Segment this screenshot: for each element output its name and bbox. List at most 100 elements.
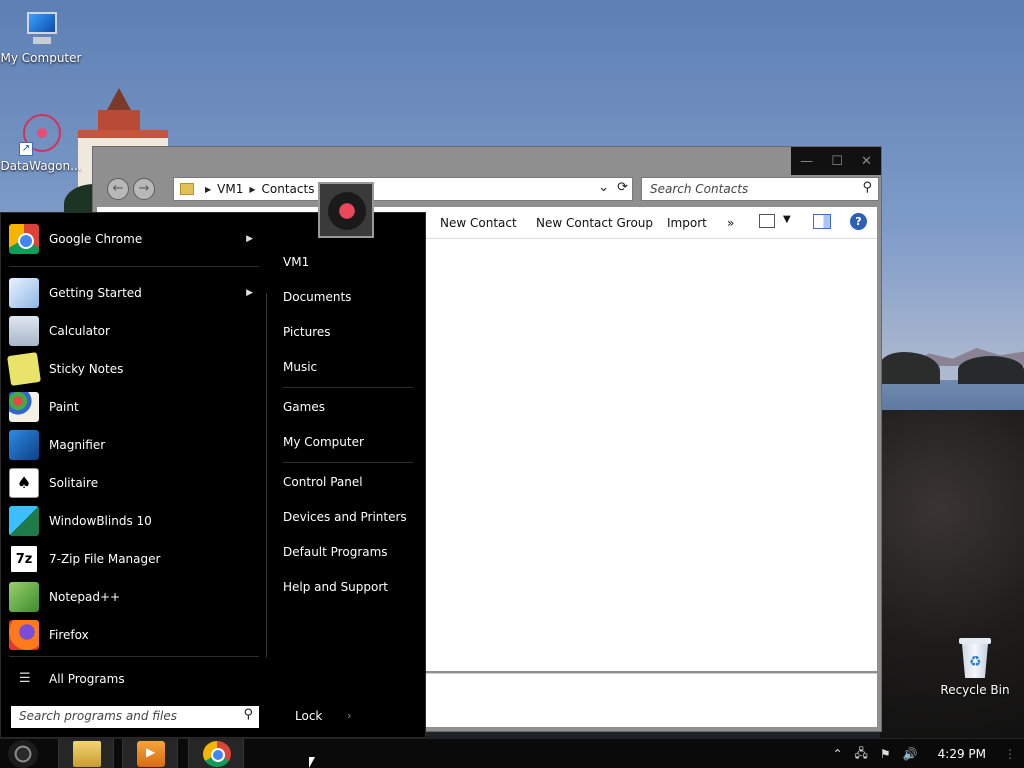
chevron-right-icon[interactable]: ›	[347, 709, 351, 722]
sticky-notes-icon	[7, 352, 41, 386]
maximize-icon[interactable]: ☐	[831, 154, 843, 169]
address-actions: ⌄ ⟳	[598, 180, 628, 195]
show-desktop-grip-icon[interactable]: ⋮	[1004, 747, 1016, 761]
program-paint[interactable]: Paint	[9, 390, 259, 424]
place-default-programs[interactable]: Default Programs	[283, 545, 388, 559]
program-windowblinds[interactable]: WindowBlinds 10	[9, 504, 259, 538]
program-firefox[interactable]: Firefox	[9, 618, 259, 652]
breadcrumb-chevron-icon: ▶	[249, 184, 256, 194]
media-player-icon	[137, 741, 165, 767]
place-help-and-support[interactable]: Help and Support	[283, 580, 388, 594]
program-label: Sticky Notes	[49, 362, 124, 376]
new-contact-button[interactable]: New Contact	[440, 216, 517, 230]
minimize-icon[interactable]: —	[800, 154, 813, 169]
user-picture[interactable]	[318, 182, 374, 238]
program-label: Firefox	[49, 628, 89, 642]
chevron-down-icon[interactable]: ▼	[783, 214, 791, 225]
all-programs-button[interactable]: ☰ All Programs	[19, 671, 125, 686]
datawagon-shortcut-icon: ↗	[19, 112, 63, 156]
program-7zip[interactable]: 7z 7-Zip File Manager	[9, 542, 259, 576]
desktop-icon-recycle-bin[interactable]: ♻ Recycle Bin	[934, 636, 1016, 697]
breadcrumb-vm1[interactable]: VM1	[217, 182, 243, 196]
divider	[283, 462, 413, 463]
place-my-computer[interactable]: My Computer	[283, 435, 364, 449]
submenu-arrow-icon: ▶	[246, 234, 253, 244]
taskbar-media-player[interactable]	[122, 739, 178, 768]
back-button[interactable]: ←	[107, 178, 129, 200]
help-icon[interactable]: ?	[850, 213, 867, 230]
program-solitaire[interactable]: ♠ Solitaire	[9, 466, 259, 500]
computer-icon	[21, 8, 61, 48]
forward-button[interactable]: →	[133, 178, 155, 200]
action-center-flag-icon[interactable]: ⚑	[880, 747, 891, 761]
desktop-icon-label: DataWagon...	[0, 159, 82, 173]
program-label: Paint	[49, 400, 79, 414]
7zip-icon: 7z	[9, 544, 39, 574]
taskbar-file-explorer[interactable]	[58, 739, 114, 768]
breadcrumb-chevron-icon: ▶	[205, 184, 212, 194]
program-calculator[interactable]: Calculator	[9, 314, 259, 348]
recycle-bin-icon: ♻	[957, 636, 993, 680]
place-devices-and-printers[interactable]: Devices and Printers	[283, 510, 407, 524]
taskbar-chrome[interactable]	[188, 739, 244, 768]
program-sticky-notes[interactable]: Sticky Notes	[7, 352, 259, 386]
mouse-cursor-icon	[309, 757, 315, 768]
chevron-down-icon[interactable]: ⌄	[598, 180, 609, 195]
desktop-icon-label: My Computer	[0, 51, 82, 65]
all-programs-label: All Programs	[49, 671, 125, 686]
program-label: Notepad++	[49, 590, 121, 604]
program-label: Magnifier	[49, 438, 106, 452]
forward-arrow-icon: →	[138, 181, 150, 196]
show-hidden-icons-icon[interactable]: ⌃	[832, 747, 842, 761]
lock-button[interactable]: Lock	[295, 709, 322, 723]
place-vm1[interactable]: VM1	[283, 255, 309, 269]
breadcrumb-contacts[interactable]: Contacts	[262, 182, 315, 196]
start-search-input[interactable]: Search programs and files ⚲	[11, 706, 259, 728]
view-options-icon[interactable]	[759, 214, 775, 228]
search-contacts-input[interactable]: Search Contacts ⚲	[641, 177, 879, 201]
divider	[266, 293, 267, 657]
search-placeholder: Search Contacts	[650, 182, 749, 196]
program-magnifier[interactable]: Magnifier	[9, 428, 259, 462]
address-row: ← → ▶ VM1 ▶ Contacts ⌄ ⟳ Search Contacts…	[101, 177, 879, 203]
file-explorer-icon	[73, 741, 101, 767]
getting-started-icon	[9, 278, 39, 308]
place-documents[interactable]: Documents	[283, 290, 351, 304]
place-control-panel[interactable]: Control Panel	[283, 475, 363, 489]
more-commands-button[interactable]: »	[727, 216, 734, 230]
back-arrow-icon: ←	[112, 181, 124, 196]
search-icon[interactable]: ⚲	[243, 707, 253, 722]
place-pictures[interactable]: Pictures	[283, 325, 331, 339]
desktop-icon-my-computer[interactable]: My Computer	[0, 8, 82, 65]
import-button[interactable]: Import	[667, 216, 707, 230]
taskbar: ⌃ 🖧 ⚑ 🔊 4:29 PM ⋮	[0, 738, 1024, 768]
network-icon[interactable]: 🖧	[855, 744, 868, 765]
place-games[interactable]: Games	[283, 400, 325, 414]
desktop-icon-datawagon[interactable]: ↗ DataWagon...	[0, 112, 82, 173]
notepadpp-icon	[9, 582, 39, 612]
address-bar[interactable]: ▶ VM1 ▶ Contacts ⌄ ⟳	[173, 177, 633, 201]
divider	[9, 266, 259, 267]
refresh-icon[interactable]: ⟳	[617, 180, 628, 195]
program-getting-started[interactable]: Getting Started ▶	[9, 276, 259, 310]
start-button[interactable]	[8, 740, 38, 768]
clock[interactable]: 4:29 PM	[938, 747, 986, 761]
close-icon[interactable]: ✕	[861, 154, 872, 169]
divider	[9, 656, 259, 657]
program-label: Solitaire	[49, 476, 99, 490]
system-tray: ⌃ 🖧 ⚑ 🔊 4:29 PM ⋮	[832, 739, 1024, 768]
program-label: 7-Zip File Manager	[49, 552, 161, 566]
magnifier-icon	[9, 430, 39, 460]
program-google-chrome[interactable]: Google Chrome ▶	[9, 222, 259, 256]
start-menu: Google Chrome ▶ Getting Started ▶ Calcul…	[0, 212, 426, 738]
search-icon[interactable]: ⚲	[862, 180, 872, 195]
new-contact-group-button[interactable]: New Contact Group	[536, 216, 653, 230]
preview-pane-icon[interactable]	[813, 214, 831, 229]
program-label: WindowBlinds 10	[49, 514, 152, 528]
program-label: Calculator	[49, 324, 110, 338]
place-music[interactable]: Music	[283, 360, 317, 374]
program-notepadpp[interactable]: Notepad++	[9, 580, 259, 614]
turntable-icon	[328, 192, 366, 230]
volume-icon[interactable]: 🔊	[903, 747, 918, 761]
folder-icon	[180, 183, 194, 195]
